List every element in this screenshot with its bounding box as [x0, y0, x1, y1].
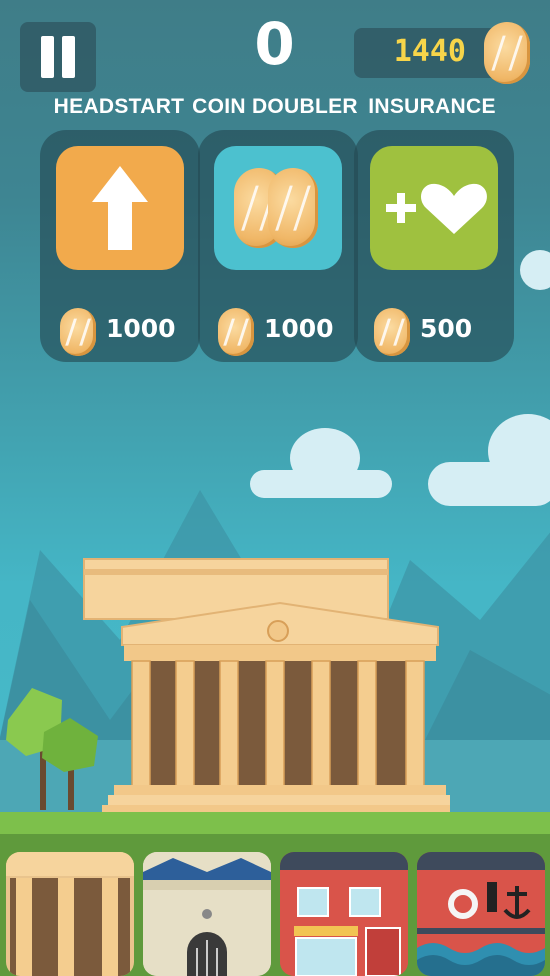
harbor-icon [417, 852, 545, 976]
arrow-up-icon [92, 166, 148, 250]
building-option-temple[interactable] [6, 852, 134, 976]
insurance-button[interactable] [370, 146, 498, 270]
headstart-price: 1000 [60, 308, 200, 356]
powerup-label-coin-doubler: COIN DOUBLER [192, 95, 358, 118]
coin-icon [218, 308, 254, 356]
powerup-card-headstart[interactable]: 1000 [40, 130, 200, 362]
plus-heart-icon [386, 183, 487, 234]
coin-doubler-price: 1000 [218, 308, 358, 356]
castle-icon [143, 852, 271, 976]
coin-balance-value: 1440 [393, 34, 466, 69]
temple-tower [83, 558, 450, 815]
cloud [290, 428, 360, 488]
coin-icon [60, 308, 96, 356]
coin-balance: 1440 [354, 22, 530, 84]
building-option-harbor[interactable] [417, 852, 545, 976]
powerup-card-coin-doubler[interactable]: 1000 [198, 130, 358, 362]
headstart-button[interactable] [56, 146, 184, 270]
insurance-price: 500 [374, 308, 514, 356]
coin-icon [484, 22, 530, 84]
powerup-label-headstart: HEADSTART [53, 95, 185, 118]
coin-icon [374, 308, 410, 356]
red-shop-icon [280, 852, 408, 976]
greek-temple-icon [6, 852, 134, 976]
grass-strip [0, 812, 550, 834]
coin-doubler-button[interactable] [214, 146, 342, 270]
powerup-label-insurance: INSURANCE [368, 95, 496, 118]
double-coin-icon [214, 146, 342, 270]
powerup-card-insurance[interactable]: 500 [354, 130, 514, 362]
building-option-shop[interactable] [280, 852, 408, 976]
building-option-castle[interactable] [143, 852, 271, 976]
